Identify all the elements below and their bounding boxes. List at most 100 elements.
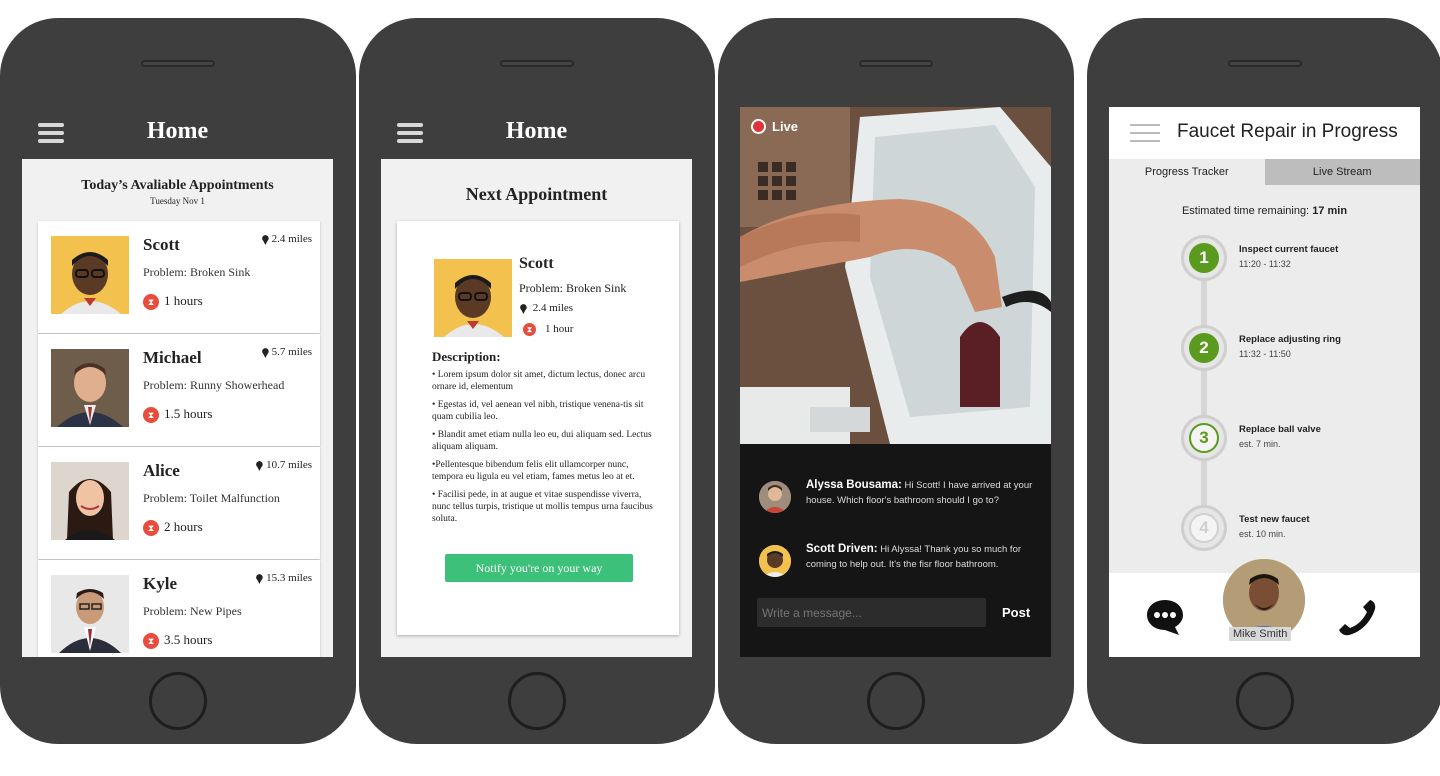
step-title: Replace adjusting ring — [1239, 334, 1341, 345]
notify-button[interactable]: Notify you're on your way — [445, 554, 633, 582]
distance-value: 10.7 miles — [266, 459, 312, 471]
app-header: Faucet Repair in Progress — [1109, 107, 1420, 159]
chat-bubble-icon[interactable] — [1145, 597, 1185, 635]
description-item: • Egestas id, vel aenean vel nibh, trist… — [432, 400, 644, 422]
post-button[interactable]: Post — [1002, 605, 1030, 620]
description-label: Description: — [432, 349, 501, 364]
phone-frame-4: Faucet Repair in Progress Progress Track… — [1087, 18, 1440, 744]
step-number: 4 — [1189, 513, 1219, 543]
chat-message: Scott Driven: Hi Alyssa! Thank you so mu… — [759, 542, 1039, 577]
duration-value: 1.5 hours — [164, 406, 213, 421]
estimate-label: Estimated time remaining: — [1181, 205, 1310, 217]
problem-label: Problem: Broken Sink — [519, 281, 627, 295]
appointment-card[interactable]: Alice 10.7 miles Problem: Toilet Malfunc… — [38, 447, 320, 559]
hourglass-icon: ⧗ — [143, 407, 159, 424]
message-author: Alyssa Bousama: — [806, 479, 902, 491]
step-title: Inspect current faucet — [1239, 244, 1339, 255]
step-indicator: 4 — [1181, 505, 1227, 551]
location-pin-icon — [261, 348, 269, 358]
progress-tracker-screen: Faucet Repair in Progress Progress Track… — [1109, 107, 1420, 657]
next-appointment-screen: Home Next Appointment Scott Problem: Bro… — [381, 107, 692, 657]
step-title: Replace ball valve — [1239, 424, 1321, 435]
distance-value: 2.4 miles — [532, 302, 574, 314]
chat-message: Alyssa Bousama: Hi Scott! I have arrived… — [759, 478, 1039, 513]
section-title: Today’s Avaliable Appointments — [81, 178, 274, 193]
avatar — [51, 575, 129, 653]
distance-label: 15.3 miles — [255, 572, 312, 584]
location-pin-icon — [520, 304, 527, 314]
page-title: Home — [146, 118, 209, 144]
location-pin-icon — [256, 574, 263, 584]
chat-panel: Alyssa Bousama: Hi Scott! I have arrived… — [740, 444, 1051, 657]
home-button[interactable] — [508, 672, 566, 730]
speaker-grille — [141, 60, 215, 67]
hourglass-icon: ⧗ — [143, 294, 159, 311]
hourglass-icon: ⧗ — [143, 633, 159, 650]
progress-step: 1 Inspect current faucet 11:20 - 11:32 — [1109, 235, 1420, 295]
distance-value: 15.3 miles — [266, 572, 312, 584]
estimate-value: 17 min — [1312, 205, 1348, 217]
phone-frame-2: Home Next Appointment Scott Problem: Bro… — [359, 18, 715, 744]
problem-label: Problem: New Pipes — [143, 604, 242, 618]
phone-frame-1: Home Today’s Avaliable Appointments Tues… — [0, 18, 356, 744]
message-author: Scott Driven: — [806, 543, 878, 555]
step-indicator: 3 — [1181, 415, 1227, 461]
section-title: Next Appointment — [465, 184, 608, 204]
step-title: Test new faucet — [1239, 514, 1310, 525]
location-pin-icon — [256, 461, 263, 471]
hourglass-icon: ⧗ — [523, 323, 536, 336]
phone-icon[interactable] — [1337, 597, 1377, 637]
tab-live-stream[interactable]: Live Stream — [1264, 159, 1420, 185]
tab-bar: Progress Tracker Live Stream — [1109, 159, 1420, 185]
avatar — [759, 481, 791, 513]
home-button[interactable] — [149, 672, 207, 730]
message-input[interactable] — [757, 598, 986, 627]
live-video-feed[interactable] — [740, 107, 1051, 444]
problem-label: Problem: Toilet Malfunction — [143, 491, 280, 505]
progress-step: 4 Test new faucet est. 10 min. — [1109, 505, 1420, 565]
distance-label: 2.4 miles — [519, 302, 573, 314]
progress-step: 3 Replace ball valve est. 7 min. — [1109, 415, 1420, 475]
distance-value: 5.7 miles — [271, 346, 312, 358]
appointment-card[interactable]: Kyle 15.3 miles Problem: New Pipes ⧗ 3.5 … — [38, 560, 320, 657]
client-name: Scott — [143, 235, 180, 254]
hourglass-icon: ⧗ — [143, 520, 159, 537]
description-item: • Lorem ipsum dolor sit amet, dictum lec… — [432, 370, 646, 392]
home-list-screen: Home Today’s Avaliable Appointments Tues… — [22, 107, 333, 657]
avatar — [51, 236, 129, 314]
description-list: • Lorem ipsum dolor sit amet, dictum lec… — [432, 369, 660, 531]
step-indicator: 1 — [1181, 235, 1227, 281]
page-title: Faucet Repair in Progress — [1177, 121, 1398, 142]
client-name: Kyle — [143, 574, 177, 593]
appointment-card[interactable]: Scott 2.4 miles Problem: Broken Sink ⧗ 1 … — [38, 221, 320, 333]
step-time: est. 7 min. — [1239, 439, 1281, 449]
step-number: 3 — [1189, 423, 1219, 453]
time-remaining: Estimated time remaining: 17 min — [1109, 205, 1420, 217]
distance-label: 2.4 miles — [261, 233, 312, 245]
step-time: 11:20 - 11:32 — [1239, 259, 1291, 269]
client-name: Alice — [143, 461, 180, 480]
distance-label: 5.7 miles — [261, 346, 312, 358]
step-time: est. 10 min. — [1239, 529, 1286, 539]
home-button[interactable] — [867, 672, 925, 730]
step-time: 11:32 - 11:50 — [1239, 349, 1291, 359]
phone-frame-3: Live Alyssa Bousama: Hi Scott! I have ar… — [718, 18, 1074, 744]
home-button[interactable] — [1236, 672, 1294, 730]
duration-value: 1 hour — [545, 323, 574, 336]
duration-label: ⧗ 1 hours — [143, 293, 203, 311]
step-number: 2 — [1189, 333, 1219, 363]
avatar — [759, 545, 791, 577]
hamburger-menu-icon[interactable] — [1130, 124, 1160, 142]
contact-bar: Mike Smith — [1109, 559, 1420, 657]
app-header: Home — [22, 107, 333, 159]
description-item: • Blandit amet etiam nulla leo eu, dui a… — [432, 430, 652, 452]
app-header: Home — [381, 107, 692, 159]
avatar — [51, 349, 129, 427]
tab-progress-tracker[interactable]: Progress Tracker — [1109, 159, 1265, 185]
live-badge: Live — [751, 119, 798, 134]
duration-label: ⧗ 1 hour — [523, 323, 573, 336]
duration-label: ⧗ 3.5 hours — [143, 632, 212, 650]
section-date: Tuesday Nov 1 — [150, 196, 205, 206]
problem-label: Problem: Runny Showerhead — [143, 378, 285, 392]
appointment-card[interactable]: Michael 5.7 miles Problem: Runny Showerh… — [38, 334, 320, 446]
